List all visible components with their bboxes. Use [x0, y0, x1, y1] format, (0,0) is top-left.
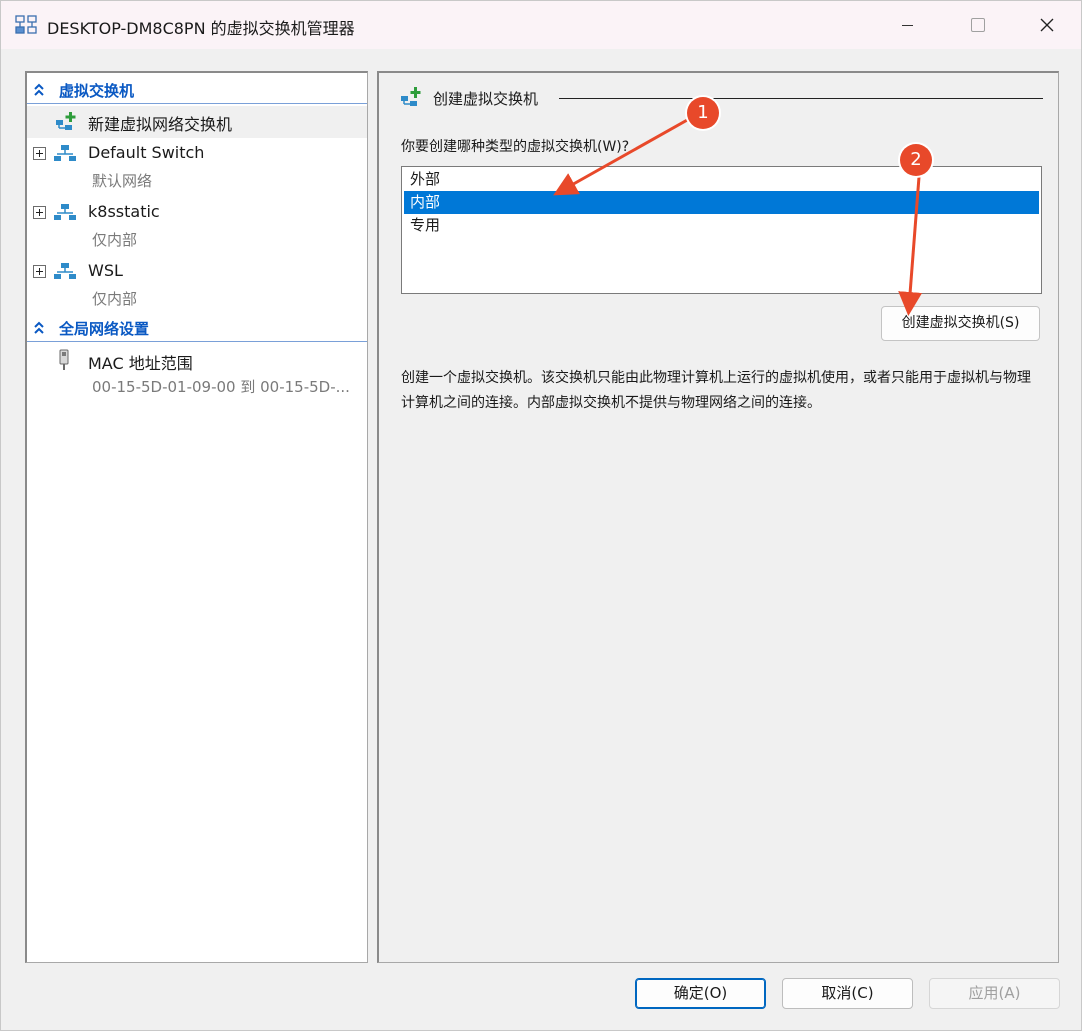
switch-name: Default Switch [88, 143, 205, 162]
virtual-switch-manager-icon [15, 15, 37, 34]
double-chevron-up-icon [34, 83, 44, 96]
add-network-switch-icon [401, 87, 421, 106]
mac-label: MAC 地址范围 [88, 354, 193, 373]
tree-item-wsl[interactable]: WSL 仅内部 [27, 257, 367, 313]
add-network-switch-icon [56, 112, 76, 130]
tree-item-mac-address-range[interactable]: MAC 地址范围 00-15-5D-01-09-00 到 00-15-5D-..… [27, 346, 367, 402]
switch-navigation-pane: 虚拟交换机 新建虚拟网络交换机 Default Switch 默认网络 k8ss… [25, 71, 368, 963]
mac-range-value: 00-15-5D-01-09-00 到 00-15-5D-... [92, 378, 350, 396]
maximize-button[interactable] [943, 1, 1011, 49]
switch-type-description: 创建一个虚拟交换机。该交换机只能由此物理计算机上运行的虚拟机使用，或者只能用于虚… [401, 370, 1031, 411]
double-chevron-up-icon [34, 321, 44, 334]
option-private[interactable]: 专用 [404, 214, 1039, 237]
switch-type: 仅内部 [92, 290, 138, 308]
section-label: 全局网络设置 [59, 320, 150, 338]
switch-type: 仅内部 [92, 231, 138, 249]
network-switch-icon [54, 204, 76, 220]
option-external[interactable]: 外部 [404, 168, 1039, 191]
switch-name: k8sstatic [88, 202, 160, 221]
apply-button[interactable]: 应用(A) [929, 978, 1060, 1009]
window-title: DESKTOP-DM8C8PN 的虚拟交换机管理器 [47, 19, 355, 38]
close-button[interactable] [1013, 1, 1081, 49]
tree-item-new-switch[interactable]: 新建虚拟网络交换机 [27, 106, 367, 138]
ok-button[interactable]: 确定(O) [635, 978, 766, 1009]
expand-toggle[interactable] [33, 206, 46, 219]
section-header-global-network-settings[interactable]: 全局网络设置 [27, 314, 367, 342]
option-internal[interactable]: 内部 [404, 191, 1039, 214]
tree-item-k8sstatic[interactable]: k8sstatic 仅内部 [27, 198, 367, 254]
expand-toggle[interactable] [33, 147, 46, 160]
annotation-badge-2: 2 [900, 144, 932, 176]
create-switch-pane: 创建虚拟交换机 你要创建哪种类型的虚拟交换机(W)? 外部 内部 专用 创建虚拟… [377, 71, 1059, 963]
switch-name: WSL [88, 261, 123, 280]
virtual-switch-manager-window: DESKTOP-DM8C8PN 的虚拟交换机管理器 虚拟交换机 新建虚拟网络交换… [0, 0, 1082, 1031]
close-icon [1040, 18, 1054, 32]
group-title: 创建虚拟交换机 [433, 90, 539, 108]
network-switch-icon [54, 145, 76, 161]
cancel-button[interactable]: 取消(C) [782, 978, 913, 1009]
switch-type-question: 你要创建哪种类型的虚拟交换机(W)? [401, 139, 630, 155]
section-label: 虚拟交换机 [59, 82, 135, 100]
switch-type: 默认网络 [92, 172, 153, 190]
network-adapter-icon [59, 349, 69, 370]
tree-item-default-switch[interactable]: Default Switch 默认网络 [27, 139, 367, 195]
section-header-virtual-switches[interactable]: 虚拟交换机 [27, 76, 367, 104]
annotation-badge-1: 1 [687, 97, 719, 129]
title-bar: DESKTOP-DM8C8PN 的虚拟交换机管理器 [1, 1, 1081, 49]
expand-toggle[interactable] [33, 265, 46, 278]
create-virtual-switch-button[interactable]: 创建虚拟交换机(S) [881, 306, 1040, 341]
new-switch-label: 新建虚拟网络交换机 [88, 115, 233, 134]
network-switch-icon [54, 263, 76, 279]
minimize-button[interactable] [873, 1, 941, 49]
group-divider [559, 98, 1043, 99]
switch-type-listbox[interactable]: 外部 内部 专用 [401, 166, 1042, 294]
